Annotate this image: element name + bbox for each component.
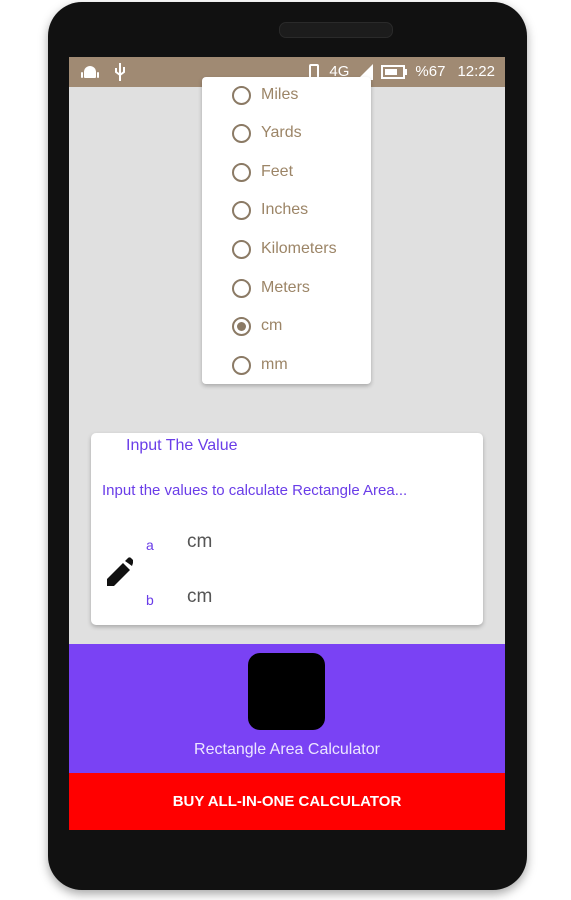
radio-button[interactable]: [232, 85, 251, 105]
radio-option-kilometers[interactable]: Kilometers: [232, 236, 337, 262]
radio-button[interactable]: [232, 278, 251, 298]
radio-label: Meters: [261, 279, 310, 296]
field-b-input[interactable]: cm: [187, 586, 212, 608]
app-icon[interactable]: [248, 653, 325, 730]
battery-percent: %67: [415, 63, 446, 80]
promo-banner: Rectangle Area Calculator: [69, 644, 505, 773]
radio-button[interactable]: [232, 239, 251, 259]
unit-selector-card: Miles Yards Feet Inches Kilometers Meter…: [202, 77, 371, 384]
card-description: Input the values to calculate Rectangle …: [102, 482, 408, 499]
radio-label: Miles: [261, 86, 299, 103]
speaker-grille: [279, 22, 393, 38]
radio-button[interactable]: [232, 162, 251, 182]
battery-icon: [381, 65, 408, 79]
android-icon: [81, 66, 99, 78]
radio-label: Kilometers: [261, 240, 337, 257]
radio-button[interactable]: [232, 355, 251, 375]
pencil-icon: [107, 557, 133, 586]
radio-label: Yards: [261, 124, 302, 141]
radio-label: Feet: [261, 163, 294, 180]
usb-icon: [115, 63, 125, 81]
radio-option-yards[interactable]: Yards: [232, 120, 302, 146]
radio-button[interactable]: [232, 200, 251, 220]
app-name: Rectangle Area Calculator: [194, 741, 380, 758]
radio-button-selected[interactable]: [232, 316, 251, 336]
radio-option-cm[interactable]: cm: [232, 313, 282, 339]
field-b-label: b: [146, 592, 154, 608]
clock: 12:22: [457, 63, 495, 80]
radio-button[interactable]: [232, 123, 251, 143]
radio-label: mm: [261, 356, 288, 373]
card-title: Input The Value: [126, 437, 238, 454]
field-a-input[interactable]: cm: [187, 531, 212, 553]
radio-option-feet[interactable]: Feet: [232, 159, 293, 185]
radio-option-inches[interactable]: Inches: [232, 197, 308, 223]
field-a-label: a: [146, 537, 154, 553]
radio-option-mm[interactable]: mm: [232, 352, 288, 378]
buy-button[interactable]: BUY ALL-IN-ONE CALCULATOR: [69, 773, 505, 830]
app-screen: 4G %67 12:22 Miles Yards Feet Inches Kil…: [69, 57, 505, 830]
radio-label: Inches: [261, 201, 309, 218]
input-value-card: Input The Value Input the values to calc…: [91, 433, 483, 625]
radio-option-miles[interactable]: Miles: [232, 82, 298, 108]
radio-option-meters[interactable]: Meters: [232, 275, 310, 301]
radio-label: cm: [261, 317, 283, 334]
